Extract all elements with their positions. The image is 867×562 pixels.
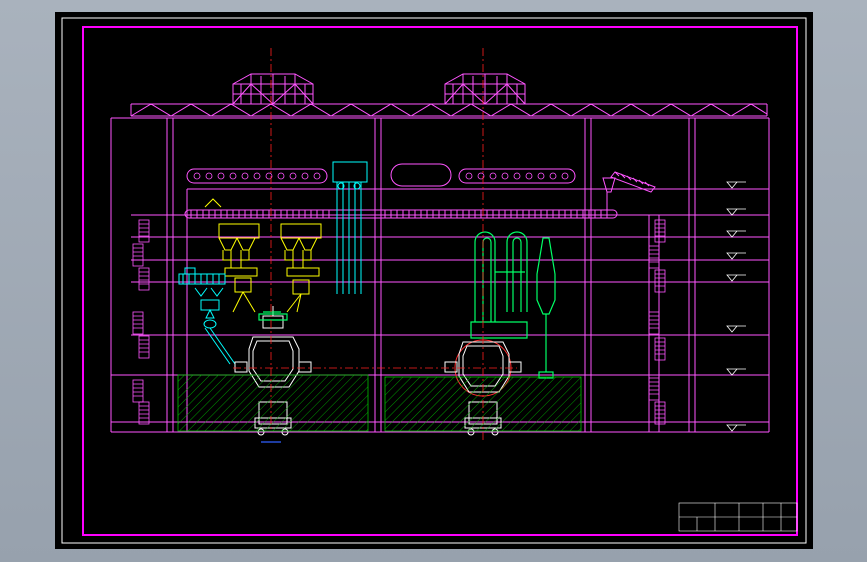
title-block [678,502,798,532]
roof-monitor-left [232,73,314,105]
stairs-right [648,219,666,425]
gas-ducts-green [470,231,556,379]
sheet-inner-frame [82,26,798,536]
pit-left [177,374,369,432]
roof-monitor-right [444,73,526,105]
sheet-outer-border [61,17,807,544]
upper-conveyor-left [186,168,328,184]
elevation-markers [726,181,746,432]
lower-conveyor [184,177,618,219]
drawing-sheet [61,17,807,544]
stairs-left [132,219,150,425]
feeder-cyan [178,161,368,365]
cad-viewport[interactable] [55,12,813,549]
roof-truss [130,103,768,117]
